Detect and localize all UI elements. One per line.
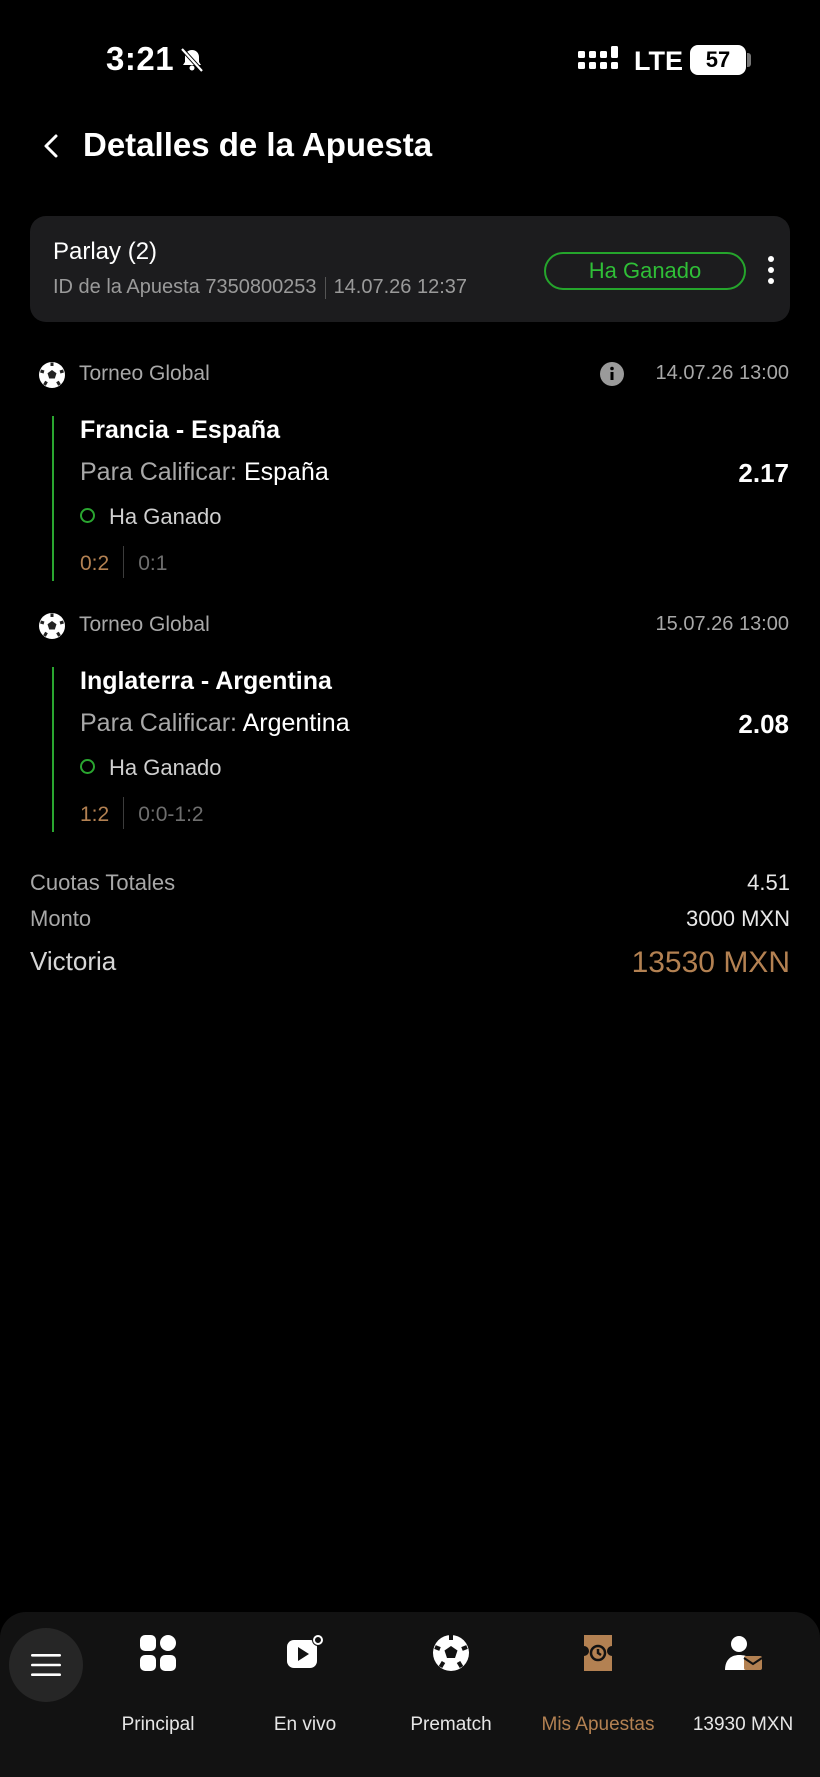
ticket-clock-icon bbox=[584, 1635, 612, 1671]
more-vertical-icon[interactable] bbox=[764, 254, 778, 286]
total-odds-label: Cuotas Totales bbox=[30, 870, 176, 895]
total-odds-row: Cuotas Totales 4.51 bbox=[30, 866, 790, 902]
user-wallet-icon bbox=[725, 1636, 763, 1670]
status-time: 3:21 bbox=[106, 40, 175, 77]
battery-icon: 57 bbox=[690, 45, 746, 75]
match-title: Inglaterra - Argentina bbox=[80, 667, 332, 695]
score-line: 1:2 0:0-1:2 bbox=[80, 797, 204, 829]
soccer-ball-icon bbox=[39, 613, 65, 639]
match-title: Francia - España bbox=[80, 416, 281, 444]
event-header: Torneo Global 14.07.26 13:00 bbox=[0, 358, 820, 392]
result-label: Ha Ganado bbox=[109, 504, 222, 529]
bet-type: Parlay (2) bbox=[53, 238, 158, 265]
grid-icon bbox=[140, 1635, 176, 1671]
meta-divider bbox=[324, 276, 326, 299]
total-odds-value: 4.51 bbox=[747, 870, 790, 895]
score-divider bbox=[123, 546, 125, 578]
pick-line: Para Calificar: Argentina bbox=[80, 709, 350, 738]
pick-team: España bbox=[243, 458, 329, 486]
status-bar: 3:21 LTE 57 bbox=[0, 0, 820, 110]
bottom-nav: Principal En vivo Prematch Mis Apuestas bbox=[0, 1612, 820, 1777]
result-status: Ha Ganado bbox=[80, 504, 222, 530]
nav-label: Mis Apuestas bbox=[541, 1714, 655, 1735]
event-header: Torneo Global 15.07.26 13:00 bbox=[0, 609, 820, 643]
nav-item-en-vivo[interactable]: En vivo bbox=[232, 1632, 378, 1742]
result-label: Ha Ganado bbox=[109, 755, 222, 780]
live-play-icon bbox=[287, 1634, 324, 1668]
win-row: Victoria 13530 MXN bbox=[30, 938, 790, 988]
event-date: 14.07.26 13:00 bbox=[655, 362, 789, 384]
nav-item-account[interactable]: 13930 MXN bbox=[670, 1632, 816, 1742]
score-detail: 0:1 bbox=[138, 552, 168, 575]
menu-button[interactable] bbox=[9, 1628, 83, 1702]
result-status: Ha Ganado bbox=[80, 755, 222, 781]
nav-item-principal[interactable]: Principal bbox=[85, 1632, 231, 1742]
bet-totals: Cuotas Totales 4.51 Monto 3000 MXN Victo… bbox=[30, 866, 790, 988]
network-type: LTE bbox=[634, 46, 683, 76]
page-header: Detalles de la Apuesta bbox=[0, 118, 820, 174]
pick-label: Para Calificar: bbox=[80, 709, 237, 737]
soccer-ball-icon bbox=[433, 1635, 469, 1671]
hamburger-icon bbox=[31, 1654, 61, 1676]
nav-item-prematch[interactable]: Prematch bbox=[378, 1632, 524, 1742]
league-name: Torneo Global bbox=[79, 613, 210, 636]
final-score: 1:2 bbox=[80, 803, 110, 826]
nav-label: En vivo bbox=[273, 1714, 337, 1735]
pick-team: Argentina bbox=[242, 709, 350, 737]
bet-id: ID de la Apuesta 7350800253 bbox=[53, 276, 317, 298]
status-dot-icon bbox=[80, 508, 95, 523]
bet-summary-card: Parlay (2) ID de la Apuesta 7350800253 14… bbox=[30, 216, 790, 322]
win-value: 13530 MXN bbox=[631, 946, 790, 979]
bell-muted-icon bbox=[180, 47, 204, 73]
bet-datetime: 14.07.26 12:37 bbox=[333, 276, 468, 298]
page-title: Detalles de la Apuesta bbox=[83, 126, 433, 163]
event-body: Inglaterra - Argentina Para Calificar: A… bbox=[52, 667, 792, 832]
score-line: 0:2 0:1 bbox=[80, 546, 167, 578]
info-icon[interactable] bbox=[600, 362, 624, 386]
amount-row: Monto 3000 MXN bbox=[30, 902, 790, 938]
score-detail: 0:0-1:2 bbox=[138, 803, 204, 826]
chevron-left-icon[interactable] bbox=[38, 130, 66, 162]
signal-icon bbox=[578, 46, 618, 69]
event-date: 15.07.26 13:00 bbox=[655, 613, 789, 635]
nav-label: Prematch bbox=[410, 1714, 492, 1735]
score-divider bbox=[123, 797, 125, 829]
league-name: Torneo Global bbox=[79, 362, 210, 385]
status-badge: Ha Ganado bbox=[544, 252, 746, 290]
nav-item-mis-apuestas[interactable]: Mis Apuestas bbox=[525, 1632, 671, 1742]
bet-meta: ID de la Apuesta 7350800253 14.07.26 12:3… bbox=[53, 276, 467, 299]
win-label: Victoria bbox=[30, 946, 117, 976]
amount-value: 3000 MXN bbox=[686, 906, 790, 931]
final-score: 0:2 bbox=[80, 552, 110, 575]
soccer-ball-icon bbox=[39, 362, 65, 388]
nav-label: 13930 MXN bbox=[692, 1714, 794, 1735]
battery-cap bbox=[747, 53, 751, 67]
status-dot-icon bbox=[80, 759, 95, 774]
pick-odds: 2.17 bbox=[738, 458, 789, 488]
nav-label: Principal bbox=[121, 1714, 195, 1735]
amount-label: Monto bbox=[30, 906, 92, 931]
pick-label: Para Calificar: bbox=[80, 458, 237, 486]
pick-odds: 2.08 bbox=[738, 709, 789, 739]
event-body: Francia - España Para Calificar: España … bbox=[52, 416, 792, 581]
pick-line: Para Calificar: España bbox=[80, 458, 329, 487]
